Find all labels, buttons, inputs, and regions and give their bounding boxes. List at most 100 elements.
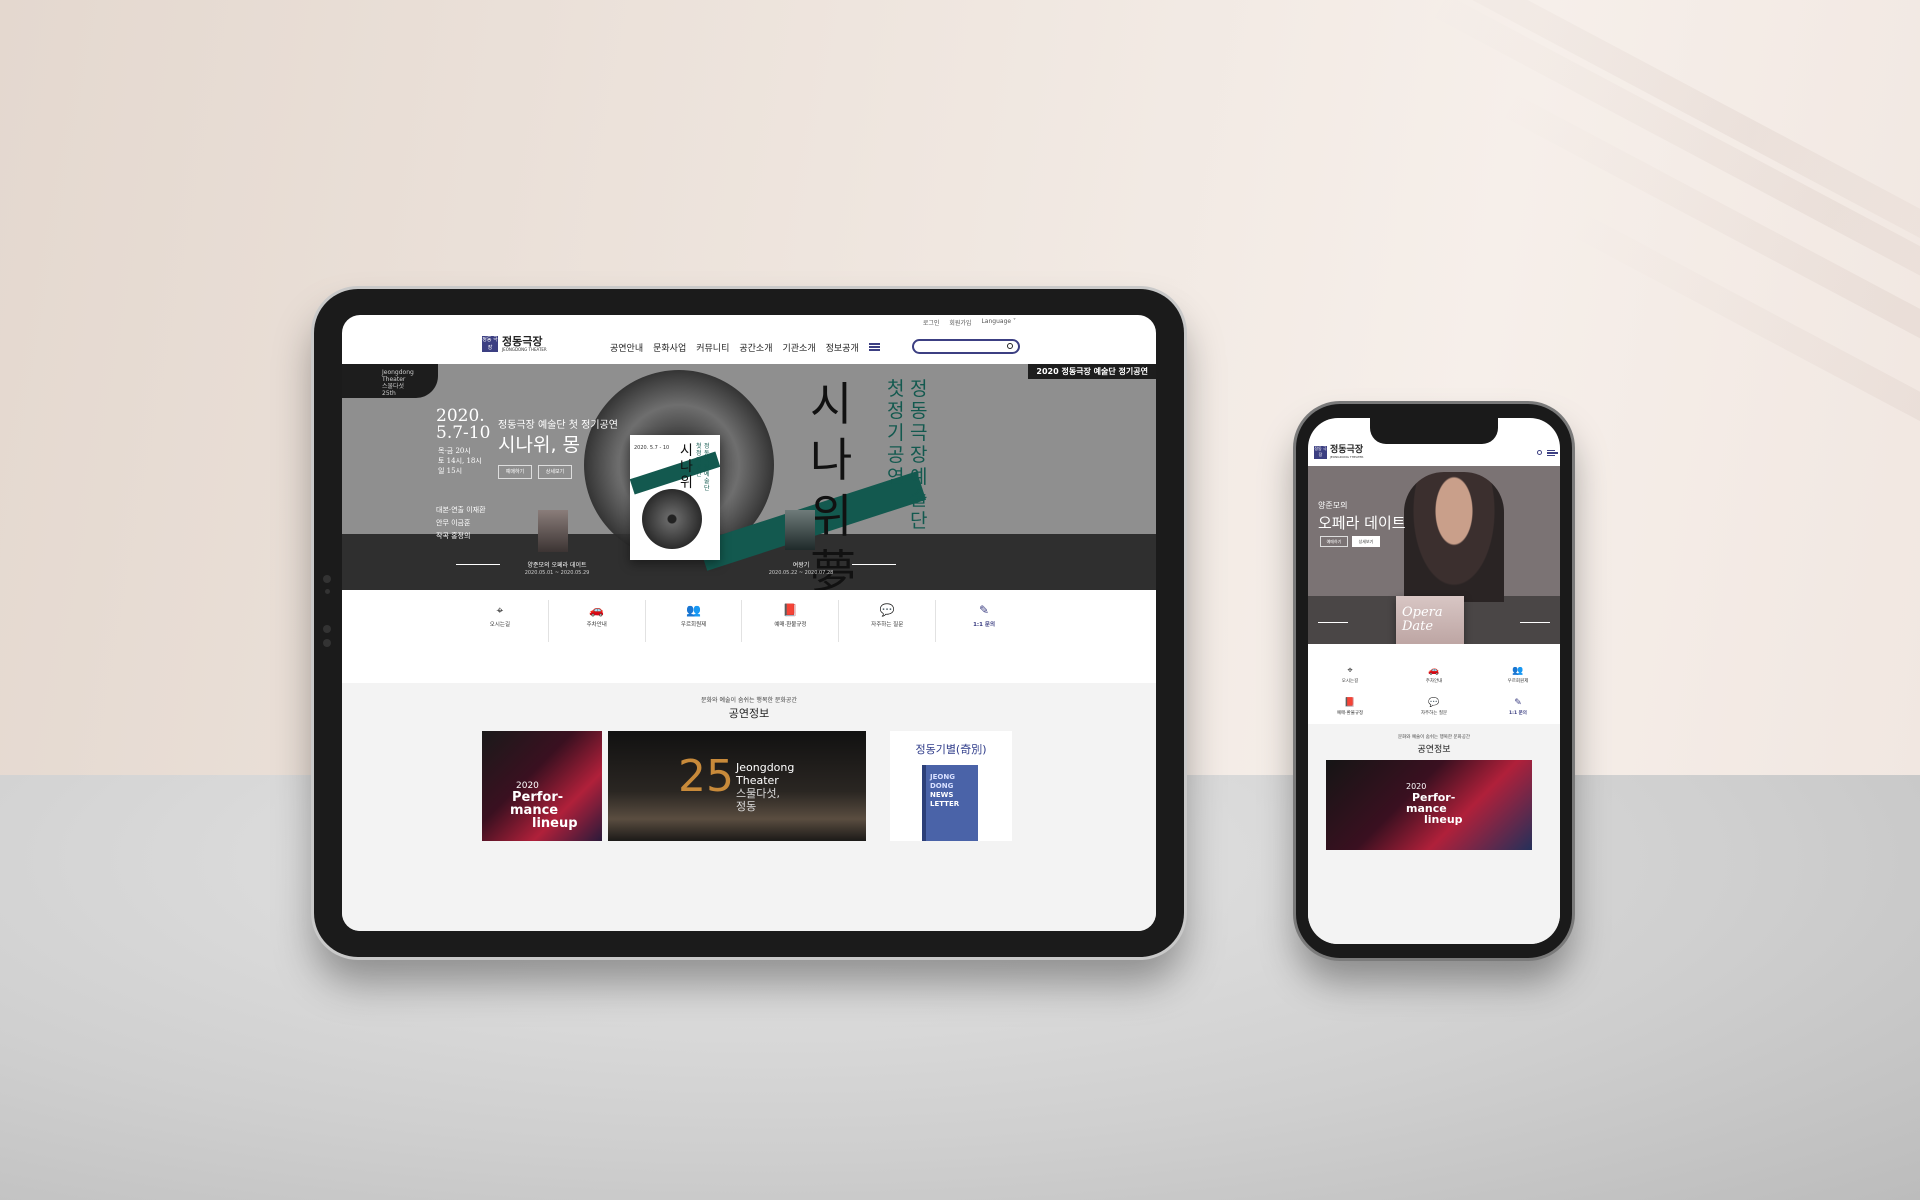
credit-line: 안무 이금훈: [436, 519, 471, 527]
card-25th-line1: Jeongdong: [736, 761, 795, 774]
quick-menu: ⌖ 오시는길 🚗 주차안내 👥 우르회원제 📕 예매·환불규정 💬 자주하는 질문 ✎ 1:…: [452, 600, 1032, 642]
search-icon[interactable]: [1007, 343, 1013, 349]
nav-item-disclosure[interactable]: 정보공개: [826, 341, 859, 354]
phone-header: 정동 극장 정동극장 JEONGDONG THEATER: [1308, 444, 1560, 464]
logo-title: 정동극장: [502, 335, 543, 348]
quick-faq[interactable]: 💬 자주하는 질문: [839, 600, 937, 642]
phone-quick-faq[interactable]: 💬 자주하는 질문: [1392, 696, 1476, 716]
site-logo[interactable]: 정동 극장 정동극장 JEONGDONG THEATER: [482, 336, 547, 352]
hero-subtitle: 정동극장 예술단 첫 정기공연: [498, 420, 618, 431]
phone-hero-title: 오페라 데이트: [1318, 514, 1406, 532]
nav-item-community[interactable]: 커뮤니티: [696, 341, 729, 354]
phone-quick-refund[interactable]: 📕 예매·환불규정: [1308, 696, 1392, 716]
top-utility-bar: 로그인 회원가입 Language ˅: [923, 318, 1016, 327]
card-25th-number: 25: [678, 751, 734, 802]
hero-times: 목-금 20시 토 14시, 18시 일 15시: [438, 446, 482, 476]
credit-line: 작곡 홍정의: [436, 532, 471, 540]
nav-item-culture[interactable]: 문화사업: [653, 341, 686, 354]
quick-inquiry[interactable]: ✎ 1:1 문의: [936, 600, 1032, 642]
chat-bubble-icon: 💬: [1428, 698, 1440, 708]
quick-label: 주차안내: [1425, 679, 1443, 684]
phone-hero-poster[interactable]: Opera Date: [1396, 596, 1464, 644]
card-25th[interactable]: 25 Jeongdong Theater 스물다섯, 정동: [608, 731, 866, 841]
hamburger-menu-icon[interactable]: [868, 343, 880, 351]
quick-parking[interactable]: 🚗 주차안내: [549, 600, 646, 642]
phone-quick-membership[interactable]: 👥 우르회원제: [1476, 664, 1560, 684]
search-input[interactable]: [912, 339, 1020, 354]
camera-dot: [323, 575, 331, 583]
tablet-device: 로그인 회원가입 Language ˅ 정동 극장 정동극장 JEONGDONG…: [314, 289, 1184, 957]
hero-vertical-title: 시나위夢: [810, 377, 856, 590]
quick-label: 예매·환불규정: [774, 622, 807, 628]
detail-button[interactable]: 상세보기: [538, 465, 572, 479]
badge-line: Theater: [382, 376, 406, 383]
featured-poster[interactable]: 2020. 5.7 - 10 시나위 정동극장 예술단 첫 정기공연: [629, 435, 721, 560]
hero-teal-vertical-1: 정동극장 예술단: [910, 378, 928, 532]
card-25th-line4: 정동: [736, 800, 757, 813]
poster-sub-2: 첫 정기공연: [696, 443, 702, 478]
phone-card-lineup[interactable]: 2020 Perfor- mance lineup: [1326, 760, 1532, 850]
sensor-dot: [325, 589, 330, 594]
thumb-queen[interactable]: [785, 510, 815, 550]
hero-ribbon: 2020 정동극장 예술단 정기공연: [1028, 364, 1156, 379]
phone-detail-button[interactable]: 상세보기: [1352, 536, 1380, 547]
logo-mark-icon: 정동 극장: [482, 336, 498, 352]
book-line: DONG: [930, 782, 954, 790]
phone-card-year: 2020: [1406, 782, 1427, 791]
phone-screen[interactable]: 정동 극장 정동극장 JEONGDONG THEATER 양준모의 오페라 데이…: [1308, 418, 1560, 944]
logo-subtitle: JEONGDONG THEATER: [502, 347, 547, 352]
phone-quick-inquiry[interactable]: ✎ 1:1 문의: [1476, 696, 1560, 716]
book-button[interactable]: 예매하기: [498, 465, 532, 479]
phone-book-button[interactable]: 예매하기: [1320, 536, 1348, 547]
phone-device: 정동 극장 정동극장 JEONGDONG THEATER 양준모의 오페라 데이…: [1296, 404, 1572, 958]
map-pin-icon: ⌖: [496, 603, 504, 617]
phone-quick-parking[interactable]: 🚗 주차안내: [1392, 664, 1476, 684]
phone-card-line3: lineup: [1424, 813, 1463, 826]
hero-credits: 대본·연출 이재환 안무 이금훈 작곡 홍정의: [436, 504, 486, 543]
edit-icon: ✎: [979, 603, 990, 617]
join-link[interactable]: 회원가입: [949, 318, 971, 327]
quick-membership[interactable]: 👥 우르회원제: [646, 600, 743, 642]
nav-item-performance[interactable]: 공연안내: [610, 341, 643, 354]
quick-label: 1:1 문의: [1509, 711, 1527, 716]
performance-info-section: 문화와 예술이 숨쉬는 행복한 문화공간 공연정보 2020 Perfor- m…: [342, 683, 1156, 931]
anniversary-badge: Jeongdong Theater 스물다섯 25th: [342, 364, 438, 398]
nav-item-space[interactable]: 공간소개: [739, 341, 772, 354]
car-icon: 🚗: [1428, 666, 1440, 676]
hero-teal-vertical-2: 첫 정기공연: [887, 378, 905, 488]
card-lineup[interactable]: 2020 Perfor- mance lineup: [482, 731, 602, 841]
phone-logo-sub: JEONGDONG THEATER: [1330, 455, 1364, 459]
phone-logo[interactable]: 정동 극장 정동극장 JEONGDONG THEATER: [1314, 446, 1364, 459]
poster-sub-1: 정동극장 예술단: [704, 443, 710, 492]
people-icon: 👥: [686, 603, 702, 617]
phone-next-arrow[interactable]: [1520, 622, 1550, 623]
card-newsletter[interactable]: 정동기별(奇別) JEONG DONG NEWS LETTER: [890, 731, 1012, 841]
map-pin-icon: ⌖: [1347, 666, 1353, 676]
next-arrow[interactable]: [852, 564, 896, 565]
chat-bubble-icon: 💬: [879, 603, 895, 617]
phone-prev-arrow[interactable]: [1318, 622, 1348, 623]
edit-icon: ✎: [1514, 698, 1522, 708]
tablet-screen[interactable]: 로그인 회원가입 Language ˅ 정동 극장 정동극장 JEONGDONG…: [342, 315, 1156, 931]
phone-logo-title: 정동극장: [1330, 445, 1364, 455]
thumb-opera-date[interactable]: [538, 510, 568, 552]
hero-title: 시나위, 몽: [498, 434, 580, 456]
login-link[interactable]: 로그인: [923, 318, 940, 327]
hero-time-line: 일 15시: [438, 467, 463, 475]
search-icon[interactable]: [1537, 450, 1542, 455]
hamburger-menu-icon[interactable]: [1547, 450, 1558, 456]
quick-refund[interactable]: 📕 예매·환불규정: [742, 600, 840, 642]
prev-arrow[interactable]: [456, 564, 500, 565]
nav-item-about[interactable]: 기관소개: [783, 341, 816, 354]
phone-hero-subtitle: 양준모의: [1318, 501, 1348, 510]
main-nav: 공연안내 문화사업 커뮤니티 공간소개 기관소개 정보공개: [610, 341, 880, 354]
phone-info-section: 문화와 예술이 숨쉬는 행복한 문화공간 공연정보 2020 Perfor- m…: [1308, 724, 1560, 944]
phone-quick-directions[interactable]: ⌖ 오시는길: [1308, 664, 1392, 684]
hero-date-range: 5.7-10: [436, 423, 491, 443]
quick-label: 오시는길: [489, 622, 511, 628]
language-select[interactable]: Language ˅: [981, 318, 1016, 327]
quick-directions[interactable]: ⌖ 오시는길: [452, 600, 549, 642]
hero-time-line: 토 14시, 18시: [438, 457, 482, 465]
info-title: 공연정보: [728, 707, 770, 720]
badge-line: Jeongdong: [382, 369, 414, 376]
